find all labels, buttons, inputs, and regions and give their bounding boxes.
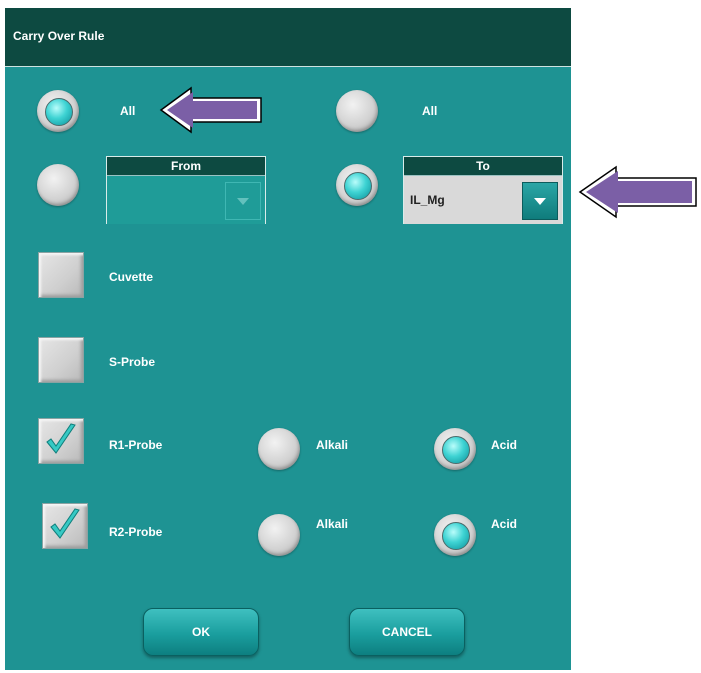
- checkmark-icon: [46, 423, 76, 454]
- annotation-arrow-left-icon: [578, 165, 697, 219]
- r2-alkali-radio[interactable]: [258, 514, 300, 556]
- right-to-radio[interactable]: [336, 164, 378, 206]
- dialog-title: Carry Over Rule: [13, 29, 105, 43]
- right-all-radio[interactable]: [336, 90, 378, 132]
- ok-button[interactable]: OK: [143, 608, 259, 656]
- radio-selected-indicator: [45, 98, 73, 126]
- top-strip: [0, 0, 701, 8]
- to-dropdown-value: IL_Mg: [410, 193, 445, 207]
- from-dropdown-title: From: [171, 159, 201, 173]
- radio-selected-indicator: [344, 172, 372, 200]
- cuvette-label: Cuvette: [109, 270, 154, 284]
- left-from-radio[interactable]: [37, 164, 79, 206]
- chevron-down-icon: [534, 198, 546, 205]
- r2-acid-radio[interactable]: [434, 514, 476, 556]
- left-all-radio[interactable]: [37, 90, 79, 132]
- cuvette-checkbox[interactable]: [38, 252, 84, 298]
- r1-probe-label: R1-Probe: [109, 438, 163, 452]
- carry-over-rule-dialog: Carry Over Rule All All From To IL_Mg Cu…: [5, 8, 571, 670]
- to-dropdown-box: IL_Mg: [404, 175, 562, 224]
- cancel-button[interactable]: CANCEL: [349, 608, 465, 656]
- checkmark-icon: [50, 508, 80, 539]
- from-dropdown-button[interactable]: [225, 182, 261, 220]
- annotation-arrow-left-icon: [159, 86, 262, 134]
- r1-acid-radio[interactable]: [434, 428, 476, 470]
- to-dropdown-button[interactable]: [522, 182, 558, 220]
- r2-probe-checkbox[interactable]: [42, 503, 88, 549]
- r2-alkali-label: Alkali: [316, 517, 349, 531]
- from-dropdown[interactable]: From: [106, 156, 266, 224]
- r1-probe-checkbox[interactable]: [38, 418, 84, 464]
- sprobe-label: S-Probe: [109, 355, 156, 369]
- r1-acid-label: Acid: [491, 438, 518, 452]
- sprobe-checkbox[interactable]: [38, 337, 84, 383]
- radio-selected-indicator: [442, 522, 470, 550]
- from-dropdown-box: [107, 175, 265, 224]
- r2-acid-label: Acid: [491, 517, 518, 531]
- dialog-titlebar: Carry Over Rule: [5, 8, 571, 67]
- r2-probe-label: R2-Probe: [109, 525, 163, 539]
- r1-alkali-label: Alkali: [316, 438, 349, 452]
- to-dropdown[interactable]: To IL_Mg: [403, 156, 563, 224]
- left-all-label: All: [120, 104, 136, 118]
- chevron-down-icon: [237, 198, 249, 205]
- to-dropdown-title: To: [476, 159, 490, 173]
- right-all-label: All: [422, 104, 438, 118]
- r1-alkali-radio[interactable]: [258, 428, 300, 470]
- radio-selected-indicator: [442, 436, 470, 464]
